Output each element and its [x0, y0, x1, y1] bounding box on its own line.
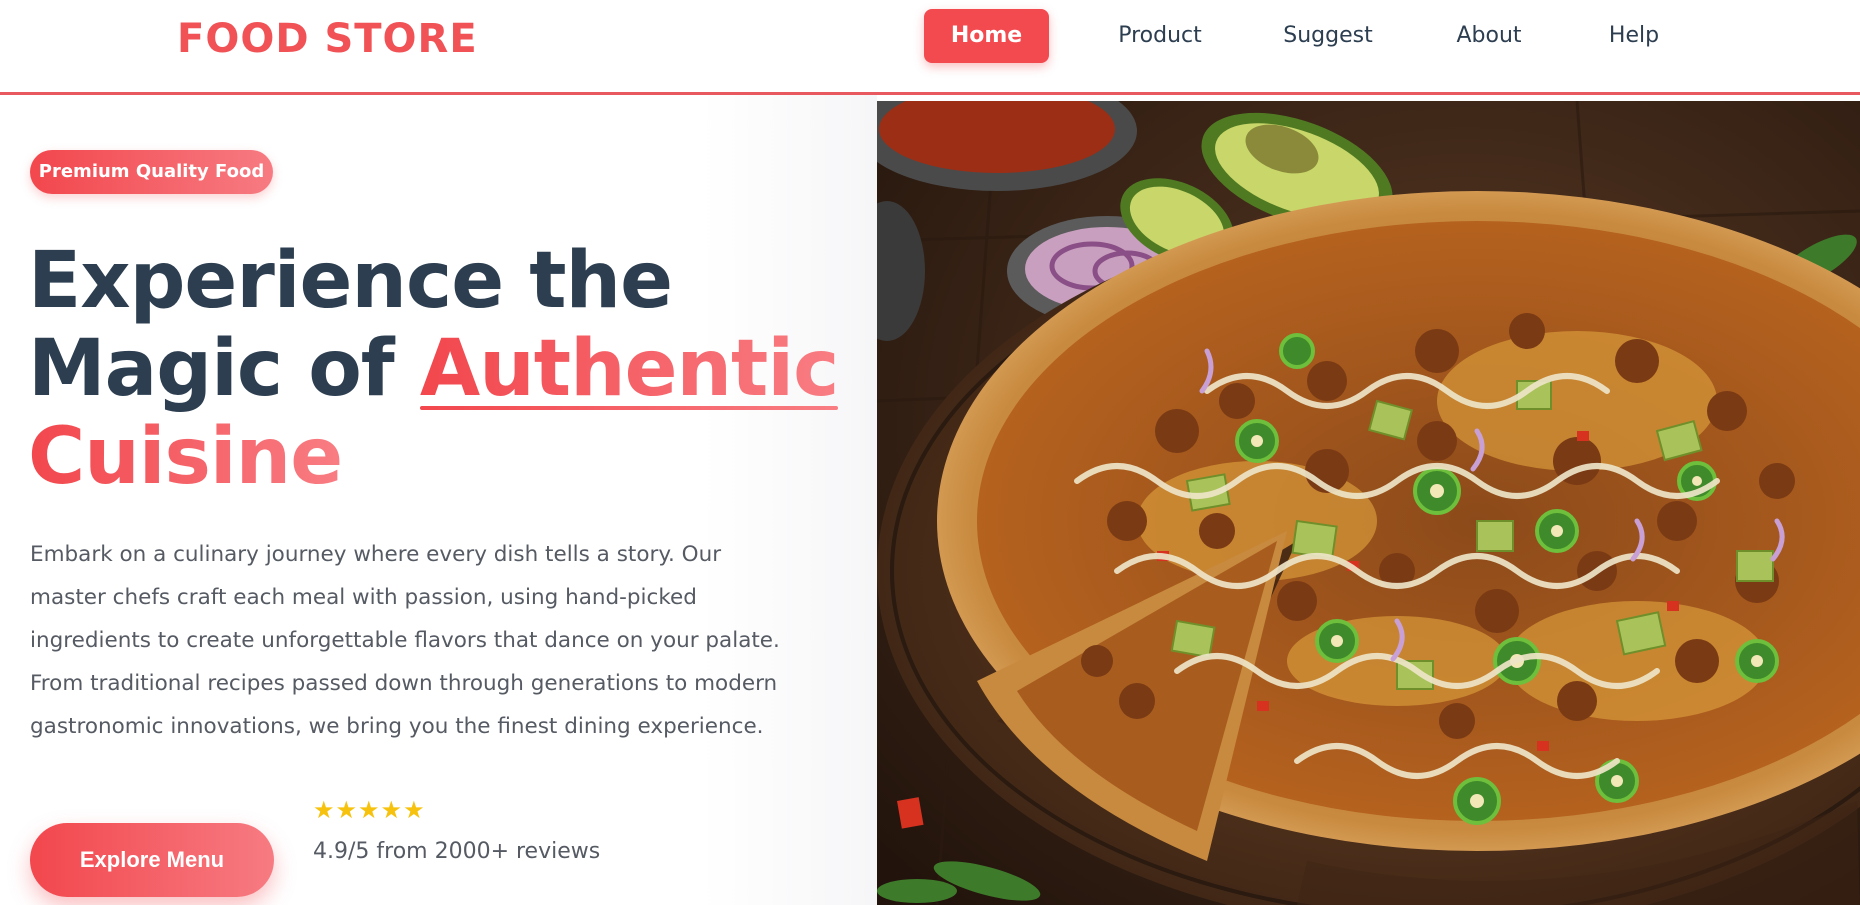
brand-logo[interactable]: FOOD STORE [177, 16, 478, 62]
rating-text: 4.9/5 from 2000+ reviews [313, 839, 601, 864]
pizza-illustration [877, 101, 1860, 905]
hero-description: Embark on a culinary journey where every… [30, 542, 780, 739]
explore-menu-button[interactable]: Explore Menu [30, 823, 274, 897]
hero-headline: Experience the Magic of Authentic Cuisin… [28, 237, 858, 501]
pizza-photo [877, 101, 1860, 905]
rating-stars-icon: ★★★★★ [313, 797, 426, 824]
headline-accent-cuisine: Cuisine [28, 412, 343, 502]
headline-line-2: Magic of Authentic [28, 325, 858, 413]
nav-home[interactable]: Home [924, 9, 1049, 63]
headline-line-1: Experience the [28, 236, 673, 326]
hero-text-panel: Premium Quality Food Experience the Magi… [0, 95, 877, 905]
headline-accent-authentic: Authentic [419, 324, 839, 414]
top-navbar: FOOD STORE Home Product Suggest About He… [0, 0, 1860, 95]
premium-badge: Premium Quality Food [30, 150, 273, 194]
headline-line-2-start: Magic of [28, 324, 420, 414]
nav-suggest[interactable]: Suggest [1273, 9, 1383, 63]
nav-product[interactable]: Product [1105, 9, 1215, 63]
nav-about[interactable]: About [1441, 9, 1537, 63]
nav-help[interactable]: Help [1594, 9, 1674, 63]
headline-line-3: Cuisine [28, 413, 858, 501]
